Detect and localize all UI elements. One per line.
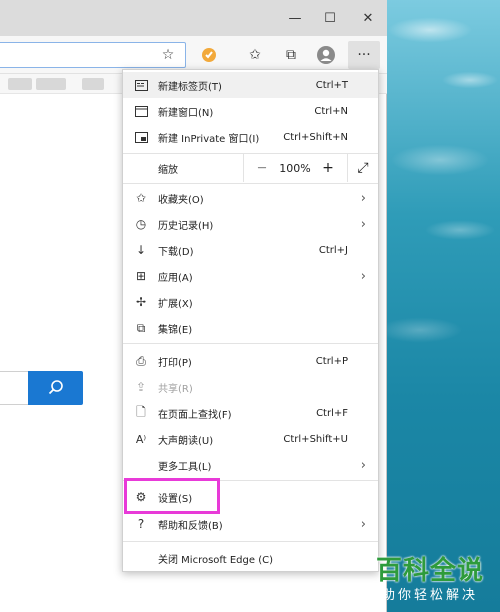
zoom-out-button[interactable]: — bbox=[249, 154, 275, 182]
print-icon: ⎙ bbox=[136, 353, 146, 368]
menu-item-print[interactable]: ⎙ 打印(P) Ctrl+P bbox=[123, 348, 378, 374]
menu-item-label: 下载(D) bbox=[158, 246, 194, 258]
chevron-right-icon: › bbox=[360, 516, 366, 532]
menu-item-new-inprivate[interactable]: 新建 InPrivate 窗口(I) Ctrl+Shift+N bbox=[123, 124, 378, 150]
menu-item-label: 在页面上查找(F) bbox=[158, 409, 232, 421]
watermark: 百科全说 助你轻松解决 bbox=[370, 548, 498, 608]
menu-item-label: 帮助和反馈(B) bbox=[158, 520, 223, 532]
menu-item-shortcut: Ctrl+N bbox=[314, 105, 348, 117]
divider bbox=[123, 541, 378, 542]
menu-item-label: 收藏夹(O) bbox=[158, 194, 204, 206]
apps-icon: ⊞ bbox=[135, 269, 147, 283]
fullscreen-button[interactable]: ⤢ bbox=[349, 154, 377, 182]
menu-item-label: 集锦(E) bbox=[158, 324, 193, 336]
zoom-row: 缩放 — 100% + ⤢ bbox=[123, 154, 378, 182]
menu-item-label: 关闭 Microsoft Edge (C) bbox=[158, 554, 273, 566]
collections-icon: ⧉ bbox=[136, 320, 146, 335]
menu-item-new-tab[interactable]: 新建标签页(T) Ctrl+T bbox=[123, 72, 378, 98]
read-aloud-icon: A⁾ bbox=[135, 432, 147, 446]
menu-item-label: 新建标签页(T) bbox=[158, 81, 222, 93]
blurred-favorite[interactable] bbox=[82, 78, 104, 90]
menu-item-shortcut: Ctrl+F bbox=[316, 407, 348, 419]
divider bbox=[123, 183, 378, 184]
menu-item-find[interactable]: 🗋 在页面上查找(F) Ctrl+F bbox=[123, 400, 378, 426]
settings-highlight-box bbox=[124, 478, 220, 514]
history-icon: ◷ bbox=[135, 217, 147, 231]
menu-item-label: 历史记录(H) bbox=[158, 220, 214, 232]
close-button[interactable]: ✕ bbox=[352, 0, 384, 36]
menu-item-more-tools[interactable]: 更多工具(L) › bbox=[123, 452, 378, 478]
minimize-button[interactable]: — bbox=[279, 0, 311, 36]
menu-item-extensions[interactable]: ✢ 扩展(X) bbox=[123, 289, 378, 315]
menu-item-label: 新建窗口(N) bbox=[158, 107, 214, 119]
menu-item-shortcut: Ctrl+Shift+N bbox=[283, 131, 348, 143]
chevron-right-icon: › bbox=[360, 190, 366, 206]
favorites-icon[interactable]: ✩ bbox=[242, 42, 268, 68]
help-icon: ? bbox=[137, 517, 145, 531]
divider bbox=[243, 154, 244, 182]
menu-item-label: 打印(P) bbox=[158, 357, 192, 369]
zoom-level: 100% bbox=[279, 161, 311, 175]
title-bar: — ☐ ✕ bbox=[0, 0, 387, 36]
menu-item-new-window[interactable]: 新建窗口(N) Ctrl+N bbox=[123, 98, 378, 124]
favorites-icon: ✩ bbox=[135, 191, 147, 205]
menu-item-close-edge[interactable]: 关闭 Microsoft Edge (C) bbox=[123, 545, 378, 571]
menu-item-label: 共享(R) bbox=[158, 383, 193, 395]
download-icon: ↓ bbox=[135, 243, 147, 257]
chevron-right-icon: › bbox=[360, 268, 366, 284]
menu-item-read-aloud[interactable]: A⁾ 大声朗读(U) Ctrl+Shift+U bbox=[123, 426, 378, 452]
blurred-favorite[interactable] bbox=[36, 78, 66, 90]
menu-item-help[interactable]: ? 帮助和反馈(B) › bbox=[123, 511, 378, 537]
menu-item-history[interactable]: ◷ 历史记录(H) › bbox=[123, 211, 378, 237]
menu-item-label: 应用(A) bbox=[158, 272, 193, 284]
divider bbox=[123, 343, 378, 344]
watermark-subtitle: 助你轻松解决 bbox=[382, 588, 479, 603]
menu-item-shortcut: Ctrl+T bbox=[315, 79, 348, 91]
zoom-in-button[interactable]: + bbox=[315, 154, 341, 182]
menu-item-label: 更多工具(L) bbox=[158, 461, 212, 473]
maximize-button[interactable]: ☐ bbox=[314, 0, 346, 36]
puzzle-icon: ✢ bbox=[135, 295, 147, 309]
chevron-right-icon: › bbox=[360, 457, 366, 473]
extension-icon[interactable] bbox=[196, 42, 222, 68]
new-tab-icon bbox=[133, 77, 149, 93]
zoom-label: 缩放 bbox=[158, 164, 178, 176]
share-icon: ⇪ bbox=[135, 380, 147, 394]
menu-item-label: 扩展(X) bbox=[158, 298, 193, 310]
search-input[interactable] bbox=[0, 371, 28, 405]
menu-item-shortcut: Ctrl+J bbox=[318, 244, 348, 256]
divider bbox=[347, 154, 348, 182]
collections-icon[interactable]: ⧉ bbox=[278, 42, 304, 68]
blurred-favorite[interactable] bbox=[8, 78, 32, 90]
menu-item-label: 大声朗读(U) bbox=[158, 435, 214, 447]
menu-item-shortcut: Ctrl+Shift+U bbox=[283, 433, 348, 445]
settings-and-more-button[interactable]: ··· bbox=[348, 41, 380, 69]
watermark-title: 百科全说 bbox=[376, 556, 485, 586]
menu-item-shortcut: Ctrl+P bbox=[315, 355, 348, 367]
menu-item-label: 新建 InPrivate 窗口(I) bbox=[158, 133, 260, 145]
menu-item-collections[interactable]: ⧉ 集锦(E) bbox=[123, 315, 378, 341]
menu-item-apps[interactable]: ⊞ 应用(A) › bbox=[123, 263, 378, 289]
add-favorite-star-icon[interactable]: ☆ bbox=[155, 42, 181, 68]
new-window-icon bbox=[133, 103, 149, 119]
chevron-right-icon: › bbox=[360, 216, 366, 232]
inprivate-icon bbox=[133, 129, 149, 145]
menu-item-share[interactable]: ⇪ 共享(R) bbox=[123, 374, 378, 400]
find-in-page-icon: 🗋 bbox=[136, 404, 146, 419]
profile-avatar-icon[interactable] bbox=[313, 42, 339, 68]
search-icon bbox=[48, 380, 63, 395]
search-button[interactable] bbox=[28, 371, 83, 405]
menu-item-downloads[interactable]: ↓ 下载(D) Ctrl+J bbox=[123, 237, 378, 263]
menu-item-favorites[interactable]: ✩ 收藏夹(O) › bbox=[123, 185, 378, 211]
